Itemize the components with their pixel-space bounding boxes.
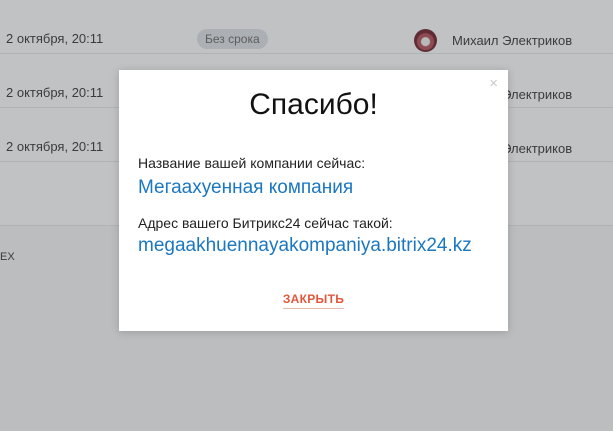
dialog-title: Спасибо! xyxy=(249,88,378,121)
close-dialog-button-wrap: ЗАКРЫТЬ xyxy=(119,292,508,309)
thanks-dialog: × Спасибо! Название вашей компании сейча… xyxy=(119,70,508,331)
portal-address-value[interactable]: megaakhuennayakompaniya.bitrix24.kz xyxy=(138,235,472,257)
company-name-value: Мегаахуенная компания xyxy=(138,177,354,198)
company-name-label: Название вашей компании сейчас: xyxy=(138,155,366,171)
close-dialog-button[interactable]: ЗАКРЫТЬ xyxy=(282,292,345,309)
page: 2 октября, 20:11 Без срока Михаил Электр… xyxy=(0,0,613,431)
portal-address-label: Адрес вашего Битрикс24 сейчас такой: xyxy=(138,215,393,231)
